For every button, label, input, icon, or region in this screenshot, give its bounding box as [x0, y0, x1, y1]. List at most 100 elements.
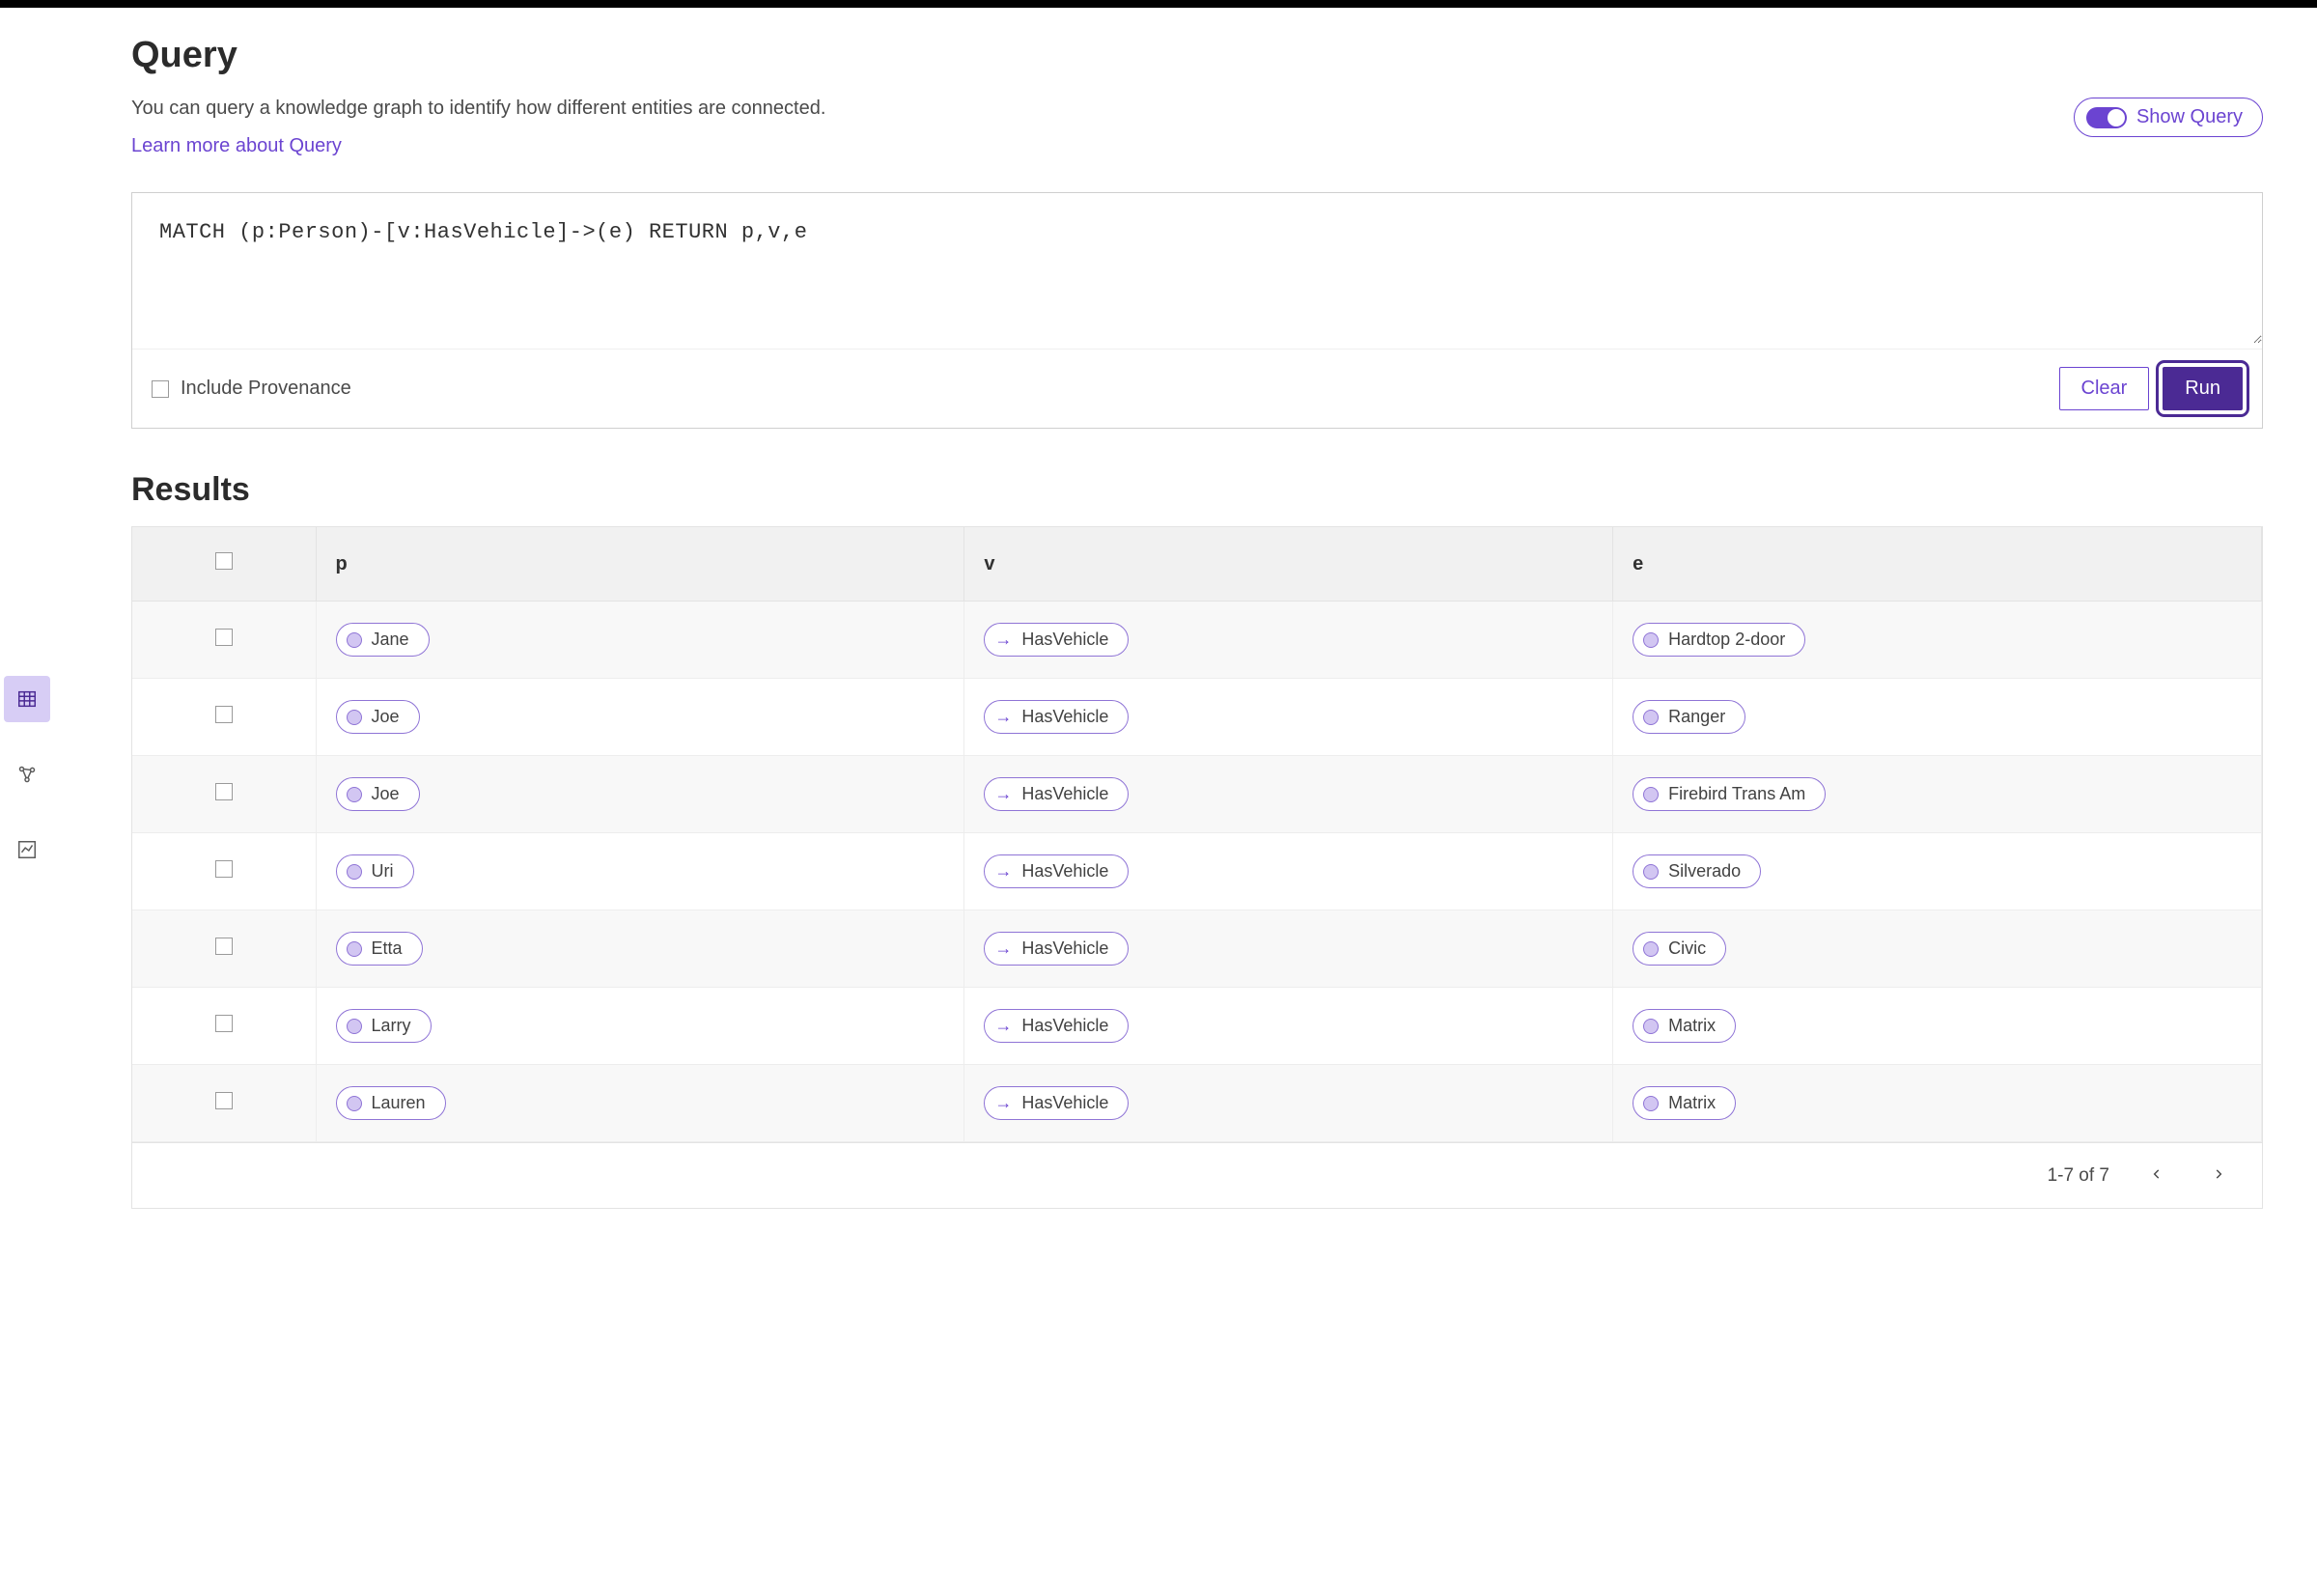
query-input[interactable]: [132, 193, 2262, 344]
row-select[interactable]: [132, 679, 316, 756]
node-icon: [347, 787, 362, 802]
checkbox-icon: [215, 783, 233, 800]
entity-pill[interactable]: Matrix: [1633, 1009, 1736, 1043]
node-icon: [1643, 1019, 1659, 1034]
column-header-e[interactable]: e: [1613, 527, 2262, 602]
entity-label: Matrix: [1668, 1016, 1716, 1036]
entity-pill[interactable]: Uri: [336, 854, 414, 888]
entity-label: Hardtop 2-door: [1668, 630, 1785, 650]
entity-label: Matrix: [1668, 1093, 1716, 1113]
checkbox-icon: [152, 380, 169, 398]
learn-more-link[interactable]: Learn more about Query: [131, 135, 342, 156]
table-row[interactable]: Joe →HasVehicle Firebird Trans Am: [132, 756, 2262, 833]
column-header-p[interactable]: p: [316, 527, 964, 602]
node-icon: [347, 632, 362, 648]
cell-p: Joe: [316, 679, 964, 756]
arrow-right-icon: →: [994, 1016, 1012, 1036]
cell-v: →HasVehicle: [964, 679, 1613, 756]
include-provenance-label: Include Provenance: [181, 378, 351, 400]
entity-pill[interactable]: Ranger: [1633, 700, 1745, 734]
entity-label: Ranger: [1668, 707, 1725, 727]
cell-p: Uri: [316, 833, 964, 910]
window-topbar: [0, 0, 2317, 8]
relationship-pill[interactable]: →HasVehicle: [984, 1009, 1129, 1043]
include-provenance-checkbox[interactable]: Include Provenance: [152, 378, 351, 400]
entity-pill[interactable]: Hardtop 2-door: [1633, 623, 1805, 657]
node-icon: [1643, 1096, 1659, 1111]
row-select[interactable]: [132, 602, 316, 679]
entity-label: Joe: [372, 707, 400, 727]
node-icon: [347, 1096, 362, 1111]
chart-view-button[interactable]: [4, 826, 50, 873]
entity-pill[interactable]: Lauren: [336, 1086, 446, 1120]
row-select[interactable]: [132, 1065, 316, 1142]
row-select[interactable]: [132, 833, 316, 910]
checkbox-icon: [215, 1015, 233, 1032]
cell-v: →HasVehicle: [964, 602, 1613, 679]
clear-button[interactable]: Clear: [2059, 367, 2150, 410]
results-table: p v e Jane→HasVehicleHardtop 2-doorJoe→H…: [132, 527, 2262, 1142]
entity-pill[interactable]: Matrix: [1633, 1086, 1736, 1120]
cell-v: →HasVehicle: [964, 1065, 1613, 1142]
table-view-button[interactable]: [4, 676, 50, 722]
graph-view-button[interactable]: [4, 751, 50, 798]
arrow-right-icon: →: [994, 630, 1012, 650]
entity-label: Larry: [372, 1016, 411, 1036]
next-page-button[interactable]: [2204, 1161, 2233, 1190]
entity-pill[interactable]: Larry: [336, 1009, 432, 1043]
arrow-right-icon: →: [994, 938, 1012, 959]
relationship-pill[interactable]: →HasVehicle: [984, 1086, 1129, 1120]
entity-pill[interactable]: Silverado: [1633, 854, 1761, 888]
cell-e: Silverado: [1613, 833, 2262, 910]
show-query-label: Show Query: [2136, 106, 2243, 128]
chevron-right-icon: [2212, 1167, 2225, 1181]
cell-p: Larry: [316, 988, 964, 1065]
pagination-bar: 1-7 of 7: [132, 1142, 2262, 1208]
cell-v: →HasVehicle: [964, 756, 1613, 833]
page-description: You can query a knowledge graph to ident…: [131, 98, 825, 120]
select-all-header[interactable]: [132, 527, 316, 602]
node-icon: [1643, 632, 1659, 648]
node-icon: [1643, 710, 1659, 725]
entity-pill[interactable]: Jane: [336, 623, 430, 657]
relationship-pill[interactable]: →HasVehicle: [984, 700, 1129, 734]
relationship-pill[interactable]: →HasVehicle: [984, 777, 1129, 811]
cell-e: Hardtop 2-door: [1613, 602, 2262, 679]
node-icon: [1643, 941, 1659, 957]
entity-label: Lauren: [372, 1093, 426, 1113]
cell-e: Matrix: [1613, 988, 2262, 1065]
prev-page-button[interactable]: [2142, 1161, 2171, 1190]
show-query-toggle[interactable]: Show Query: [2074, 98, 2263, 137]
relationship-pill[interactable]: →HasVehicle: [984, 623, 1129, 657]
results-panel: p v e Jane→HasVehicleHardtop 2-doorJoe→H…: [131, 526, 2263, 1209]
cell-e: Firebird Trans Am: [1613, 756, 2262, 833]
row-select[interactable]: [132, 910, 316, 988]
cell-p: Etta: [316, 910, 964, 988]
table-row[interactable]: Joe →HasVehicle Ranger: [132, 679, 2262, 756]
entity-pill[interactable]: Firebird Trans Am: [1633, 777, 1826, 811]
table-row[interactable]: Larry →HasVehicle Matrix: [132, 988, 2262, 1065]
entity-pill[interactable]: Etta: [336, 932, 423, 966]
node-icon: [347, 864, 362, 880]
table-row[interactable]: Jane →HasVehicle Hardtop 2-door: [132, 602, 2262, 679]
relationship-pill[interactable]: →HasVehicle: [984, 854, 1129, 888]
run-button[interactable]: Run: [2163, 367, 2243, 410]
column-header-v[interactable]: v: [964, 527, 1613, 602]
row-select[interactable]: [132, 756, 316, 833]
table-row[interactable]: Etta →HasVehicle Civic: [132, 910, 2262, 988]
row-select[interactable]: [132, 988, 316, 1065]
entity-pill[interactable]: Civic: [1633, 932, 1726, 966]
entity-pill[interactable]: Joe: [336, 700, 420, 734]
relationship-pill[interactable]: →HasVehicle: [984, 932, 1129, 966]
node-icon: [347, 710, 362, 725]
table-row[interactable]: Lauren →HasVehicle Matrix: [132, 1065, 2262, 1142]
table-row[interactable]: Uri →HasVehicle Silverado: [132, 833, 2262, 910]
relationship-label: HasVehicle: [1021, 707, 1108, 727]
cell-e: Matrix: [1613, 1065, 2262, 1142]
chevron-left-icon: [2150, 1167, 2163, 1181]
node-icon: [347, 941, 362, 957]
entity-pill[interactable]: Joe: [336, 777, 420, 811]
entity-label: Jane: [372, 630, 409, 650]
query-editor: Include Provenance Clear Run: [131, 192, 2263, 429]
relationship-label: HasVehicle: [1021, 784, 1108, 804]
